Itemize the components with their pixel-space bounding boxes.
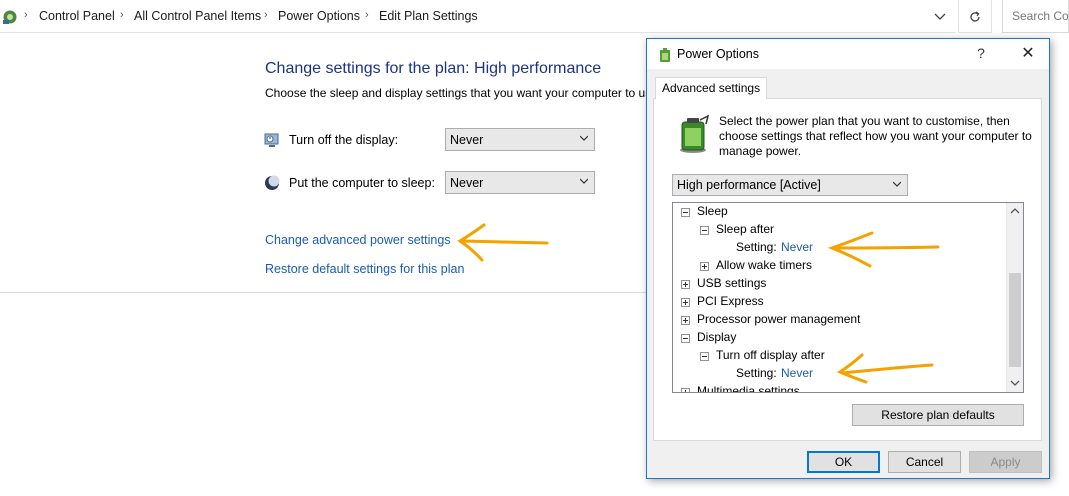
battery-icon [680, 114, 710, 153]
search-input[interactable]: Search Cor [1002, 0, 1069, 33]
collapse-icon[interactable] [700, 226, 709, 235]
page-title: Change settings for the plan: High perfo… [265, 60, 602, 77]
breadcrumb-power-options[interactable]: Power Options [278, 9, 360, 23]
plan-select[interactable]: High performance [Active] [672, 174, 908, 196]
plan-select-value: High performance [Active] [677, 178, 821, 192]
close-button[interactable]: ✕ [1013, 42, 1043, 66]
breadcrumb-separator: › [120, 9, 124, 21]
annotation-arrow [827, 231, 940, 268]
tree-label: Allow wake timers [716, 258, 813, 272]
tree-label: Sleep after [716, 222, 775, 236]
expand-icon[interactable] [681, 316, 690, 325]
annotation-arrow [836, 353, 934, 384]
dialog-title: Power Options [677, 47, 759, 61]
collapse-icon[interactable] [681, 208, 690, 217]
page-description: Choose the sleep and display settings th… [265, 86, 647, 100]
breadcrumb-separator: › [264, 9, 268, 21]
monitor-icon [264, 133, 279, 147]
chevron-down-icon[interactable] [930, 9, 950, 25]
restore-defaults-link[interactable]: Restore default settings for this plan [265, 262, 464, 276]
refresh-button[interactable] [958, 0, 992, 33]
display-timeout-select[interactable]: Never [445, 128, 595, 151]
cancel-button[interactable]: Cancel [888, 451, 961, 473]
breadcrumb-all-items[interactable]: All Control Panel Items [134, 9, 261, 23]
expand-icon[interactable] [681, 298, 690, 307]
setting-label: Setting: [736, 240, 777, 254]
control-panel-icon [3, 10, 17, 24]
sleep-timeout-value: Never [450, 176, 484, 190]
refresh-icon [970, 11, 980, 22]
chevron-up-icon[interactable] [1010, 206, 1020, 216]
collapse-icon[interactable] [700, 352, 709, 361]
tree-label: Multimedia settings [697, 384, 800, 393]
setting-value[interactable]: Never [781, 366, 813, 380]
help-button[interactable]: ? [969, 45, 993, 61]
apply-button[interactable]: Apply [969, 451, 1042, 473]
tree-scrollbar[interactable] [1006, 203, 1023, 392]
power-options-icon [660, 48, 670, 62]
chevron-down-icon [893, 181, 901, 187]
tree-label: Turn off display after [716, 348, 825, 362]
display-timeout-value: Never [450, 133, 484, 147]
tree-label: Display [697, 330, 737, 344]
tree-label: USB settings [697, 276, 767, 290]
advanced-settings-link[interactable]: Change advanced power settings [265, 233, 451, 247]
breadcrumb[interactable]: › Control Panel › All Control Panel Item… [0, 0, 956, 33]
setting-label: Setting: [736, 366, 777, 380]
restore-plan-defaults-button[interactable]: Restore plan defaults [852, 404, 1024, 426]
divider [0, 292, 648, 293]
chevron-down-icon [580, 178, 588, 184]
chevron-down-icon[interactable] [1010, 378, 1020, 388]
tree-label: Processor power management [697, 312, 861, 326]
dialog-titlebar[interactable]: Power Options ? ✕ [647, 39, 1049, 69]
ok-button[interactable]: OK [807, 451, 880, 473]
tree-label: PCI Express [697, 294, 764, 308]
address-bar: › Control Panel › All Control Panel Item… [0, 0, 1069, 34]
moon-icon [265, 175, 280, 190]
chevron-down-icon [580, 135, 588, 141]
close-icon: ✕ [1021, 45, 1035, 62]
expand-icon[interactable] [681, 280, 690, 289]
annotation-arrow [457, 223, 549, 262]
scrollbar-thumb[interactable] [1009, 273, 1021, 367]
collapse-icon[interactable] [681, 334, 690, 343]
sleep-timeout-select[interactable]: Never [445, 171, 595, 194]
tree-label: Sleep [697, 204, 728, 218]
expand-icon[interactable] [681, 388, 690, 392]
breadcrumb-separator: › [24, 9, 28, 21]
display-setting-label: Turn off the display: [289, 133, 399, 147]
tab-advanced-settings[interactable]: Advanced settings [655, 77, 768, 99]
breadcrumb-edit-plan[interactable]: Edit Plan Settings [379, 9, 478, 23]
breadcrumb-control-panel[interactable]: Control Panel [39, 9, 115, 23]
breadcrumb-separator: › [365, 9, 369, 21]
sleep-setting-label: Put the computer to sleep: [289, 176, 435, 190]
expand-icon[interactable] [700, 262, 709, 271]
dialog-description: Select the power plan that you want to c… [719, 114, 1032, 158]
setting-value[interactable]: Never [781, 240, 813, 254]
